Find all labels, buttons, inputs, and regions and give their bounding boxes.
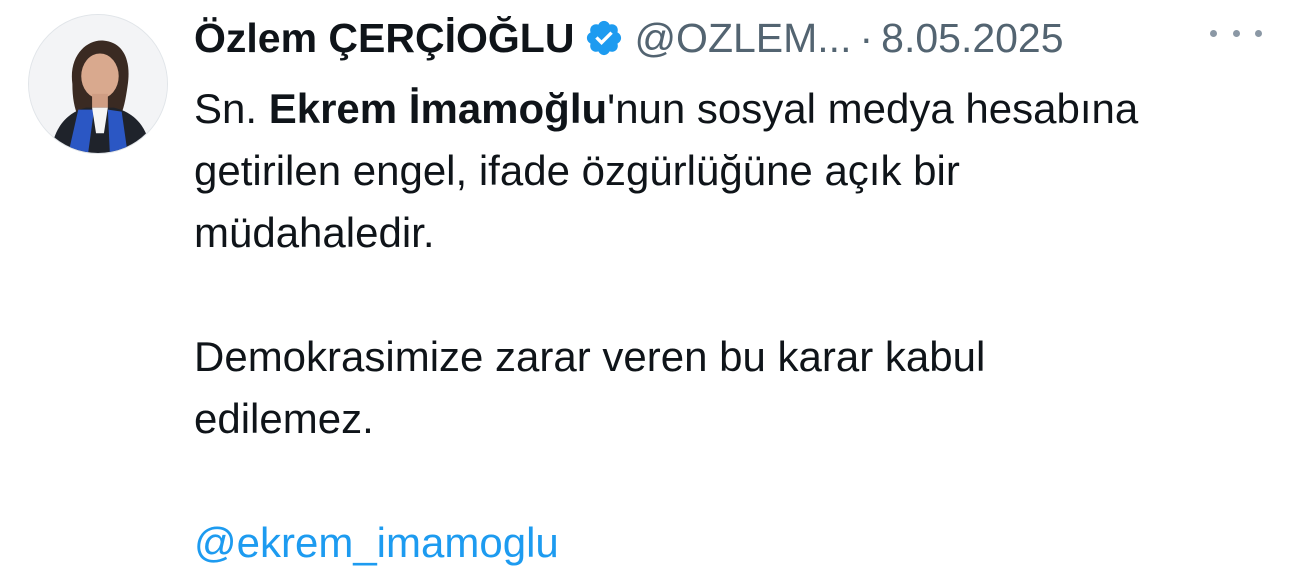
tweet-body: Sn. Ekrem İmamoğlu'nun sosyal medya hesa… <box>194 78 1274 574</box>
more-dot <box>1210 29 1217 37</box>
mention-link[interactable]: @ekrem_imamoglu <box>194 519 559 566</box>
author-name[interactable]: Özlem ÇERÇİOĞLU <box>194 15 574 62</box>
tweet-line: Sn. Ekrem İmamoğlu'nun sosyal medya hesa… <box>194 78 1274 140</box>
tweet-line: edilemez. <box>194 395 374 442</box>
tweet-date[interactable]: 8.05.2025 <box>881 15 1063 62</box>
tweet-text: 'nun sosyal medya hesabına <box>607 85 1139 132</box>
more-dot <box>1255 29 1262 37</box>
avatar-photo <box>29 15 167 153</box>
tweet-header: Özlem ÇERÇİOĞLU @OZLEM... · 8.05.2025 <box>194 8 1290 68</box>
tweet-line: Demokrasimize zarar veren bu karar kabul <box>194 333 986 380</box>
tweet-line: @ekrem_imamoglu <box>194 512 1274 574</box>
more-dot <box>1232 29 1240 37</box>
avatar[interactable] <box>28 14 168 154</box>
bold-name: Ekrem İmamoğlu <box>268 85 608 132</box>
separator-dot: · <box>859 14 874 61</box>
more-options-icon[interactable] <box>1210 18 1262 48</box>
tweet-line: müdahaledir. <box>194 209 435 256</box>
tweet: Özlem ÇERÇİOĞLU @OZLEM... · 8.05.2025 Sn… <box>0 0 1290 569</box>
tweet-text: Sn. <box>194 85 269 132</box>
author-handle[interactable]: @OZLEM... <box>634 15 851 62</box>
tweet-line: getirilen engel, ifade özgürlüğüne açık … <box>194 147 960 194</box>
verified-badge-icon <box>587 20 622 56</box>
